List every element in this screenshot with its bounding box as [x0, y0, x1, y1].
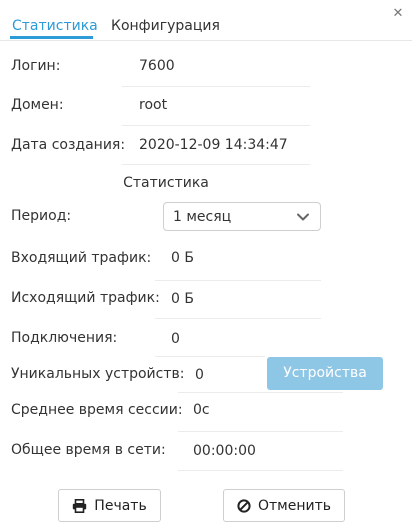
- period-select-value: 1 месяц: [173, 209, 232, 225]
- login-value: 7600: [139, 58, 175, 74]
- domain-label: Домен:: [11, 97, 64, 113]
- cancel-button-label: Отменить: [257, 497, 331, 514]
- ban-icon: [237, 498, 251, 513]
- tab-configuration[interactable]: Конфигурация: [111, 17, 220, 35]
- domain-value: root: [139, 97, 168, 113]
- outgoing-traffic-label: Исходящий трафик:: [11, 290, 160, 306]
- avg-session-time-label: Среднее время сессии:: [11, 402, 183, 418]
- period-select[interactable]: 1 месяц: [163, 202, 321, 231]
- row-divider: [178, 470, 343, 471]
- printer-icon: [73, 498, 87, 513]
- row-divider: [178, 392, 343, 393]
- incoming-traffic-value: 0 Б: [171, 250, 194, 266]
- connections-value: 0: [171, 331, 180, 347]
- row-divider: [122, 125, 310, 126]
- tab-bar: Статистика Конфигурация: [0, 0, 412, 41]
- close-icon[interactable]: ✕: [390, 6, 406, 22]
- row-divider: [155, 318, 321, 319]
- chevron-down-icon: [297, 213, 309, 221]
- print-button[interactable]: Печать: [58, 489, 161, 522]
- cancel-button[interactable]: Отменить: [223, 489, 345, 522]
- unique-devices-label: Уникальных устройств:: [11, 366, 185, 382]
- row-divider: [155, 280, 321, 281]
- outgoing-traffic-value: 0 Б: [171, 291, 194, 307]
- tab-statistics[interactable]: Статистика: [12, 17, 98, 35]
- row-divider: [122, 164, 310, 165]
- login-label: Логин:: [11, 58, 61, 74]
- incoming-traffic-label: Входящий трафик:: [11, 250, 152, 266]
- unique-devices-value: 0: [195, 367, 204, 383]
- row-divider: [122, 86, 310, 87]
- connections-label: Подключения:: [11, 330, 118, 346]
- statistics-section-title: Статистика: [123, 175, 209, 191]
- active-tab-indicator: [10, 36, 93, 39]
- avg-session-time-value: 0с: [193, 402, 210, 418]
- print-button-label: Печать: [94, 497, 147, 514]
- total-online-time-value: 00:00:00: [193, 443, 256, 459]
- row-divider: [178, 431, 343, 432]
- devices-button[interactable]: Устройства: [267, 357, 383, 390]
- created-date-label: Дата создания:: [11, 137, 126, 153]
- row-divider: [155, 356, 265, 357]
- total-online-time-label: Общее время в сети:: [11, 442, 166, 458]
- created-date-value: 2020-12-09 14:34:47: [139, 137, 288, 153]
- period-label: Период:: [11, 208, 72, 224]
